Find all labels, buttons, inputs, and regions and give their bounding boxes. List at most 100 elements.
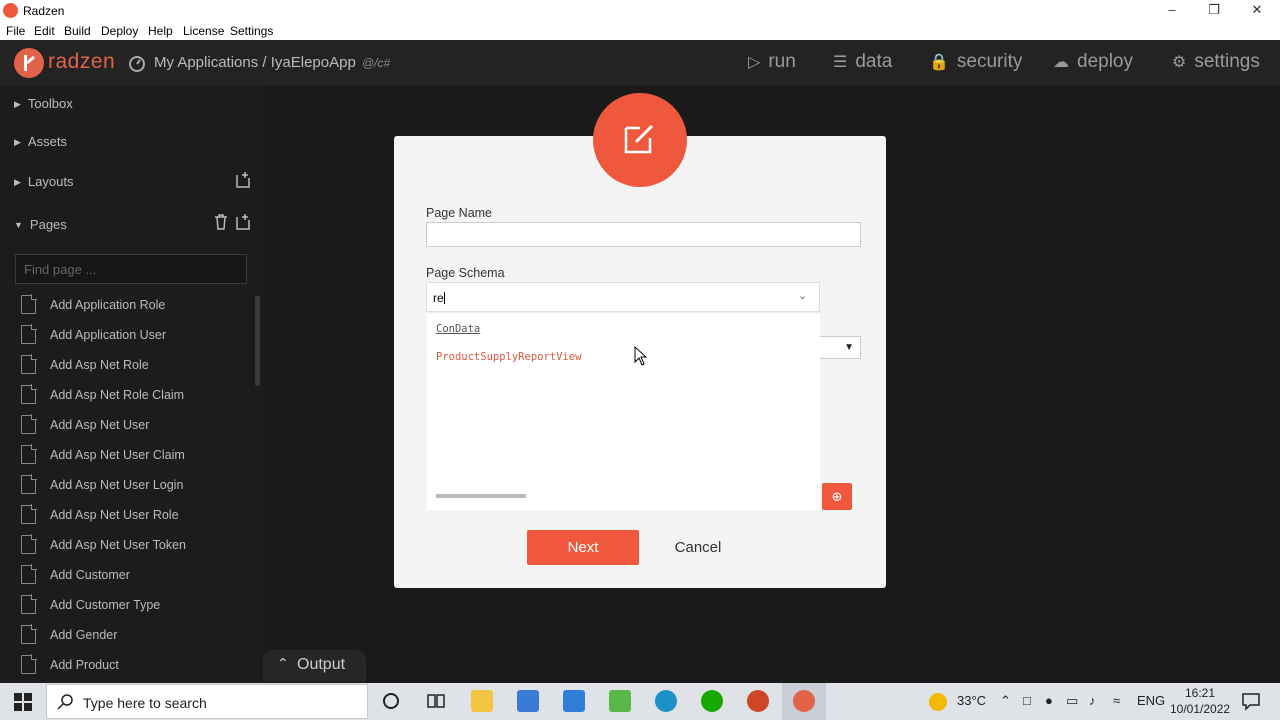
battery-icon[interactable]: ▭ xyxy=(1066,693,1078,709)
language-indicator[interactable]: ENG xyxy=(1137,693,1165,708)
menu-help[interactable]: Help xyxy=(148,24,173,38)
list-item[interactable]: Add Customer xyxy=(0,560,255,590)
list-item-label: Add Asp Net User Role xyxy=(50,508,179,522)
upwork-icon[interactable] xyxy=(701,690,723,712)
meet-icon[interactable]: □ xyxy=(1023,693,1031,708)
schema-option[interactable]: ProductSupplyReportView xyxy=(436,351,581,363)
system-clock[interactable]: 16:21 10/01/2022 xyxy=(1170,685,1230,717)
menu-deploy[interactable]: Deploy xyxy=(101,24,138,38)
list-item[interactable]: Add Asp Net User Login xyxy=(0,470,255,500)
page-icon xyxy=(21,624,37,644)
page-icon xyxy=(21,414,37,434)
page-schema-label: Page Schema xyxy=(426,266,505,280)
volume-icon[interactable]: ♪ xyxy=(1089,693,1096,708)
list-item[interactable]: Add Customer Type xyxy=(0,590,255,620)
nav-data[interactable]: ☰ data xyxy=(833,51,892,73)
page-icon xyxy=(21,594,37,614)
chevron-down-icon[interactable]: ⌄ xyxy=(798,289,812,303)
windows-start-icon[interactable] xyxy=(14,693,32,711)
menu-edit[interactable]: Edit xyxy=(34,24,55,38)
list-item-label: Add Asp Net Role xyxy=(50,358,149,372)
list-item[interactable]: Add Asp Net Role xyxy=(0,350,255,380)
schema-option[interactable]: ConData xyxy=(436,323,480,335)
nav-security[interactable]: 🔒 security xyxy=(929,51,1022,73)
breadcrumb[interactable]: My Applications / IyaElepoApp xyxy=(154,54,356,71)
wifi-icon[interactable]: ≈ xyxy=(1113,693,1120,708)
list-item-label: Add Asp Net User Token xyxy=(50,538,186,552)
nav-settings[interactable]: ⚙ settings xyxy=(1172,51,1260,73)
close-button[interactable]: ✕ xyxy=(1237,1,1277,21)
layers-icon: ☰ xyxy=(833,54,848,71)
page-icon xyxy=(21,294,37,314)
dashboard-icon[interactable] xyxy=(128,54,146,72)
list-item[interactable]: Add Product xyxy=(0,650,255,680)
cortana-icon[interactable] xyxy=(380,690,402,712)
add-button[interactable]: ⊕ xyxy=(822,483,852,510)
page-icon xyxy=(21,384,37,404)
lock-icon: 🔒 xyxy=(929,54,949,71)
task-view-icon[interactable] xyxy=(425,690,447,712)
list-item[interactable]: Add Asp Net User xyxy=(0,410,255,440)
list-item[interactable]: Add Application Role xyxy=(0,290,255,320)
output-tab[interactable]: ⌃ Output xyxy=(263,650,366,682)
trash-icon[interactable] xyxy=(212,213,230,231)
powerpoint-icon[interactable] xyxy=(747,690,769,712)
snip-tool-icon[interactable] xyxy=(609,690,631,712)
edge-browser-icon[interactable] xyxy=(655,690,677,712)
menu-settings[interactable]: Settings xyxy=(230,24,273,38)
restore-button[interactable]: ❐ xyxy=(1194,1,1234,21)
nav-deploy[interactable]: ☁ deploy xyxy=(1053,51,1133,73)
sidebar-layouts[interactable]: ▶ Layouts xyxy=(14,174,73,189)
framework-tag: @/c# xyxy=(362,56,391,70)
menu-build[interactable]: Build xyxy=(64,24,91,38)
sidebar: ▶ Toolbox ▶ Assets ▶ Layouts ▼ Pages Find pa… xyxy=(0,86,262,683)
notifications-icon[interactable] xyxy=(1240,690,1262,712)
page-icon xyxy=(21,654,37,674)
menu-bar: File Edit Build Deploy Help License Sett… xyxy=(0,22,1280,40)
list-item[interactable]: Add Asp Net User Role xyxy=(0,500,255,530)
obscured-select[interactable]: ▼ xyxy=(820,336,861,359)
nav-run[interactable]: ▷ run xyxy=(748,51,796,73)
add-page-icon[interactable] xyxy=(234,213,252,231)
page-icon xyxy=(21,564,37,584)
sidebar-toolbox[interactable]: ▶ Toolbox xyxy=(14,96,73,111)
list-item[interactable]: Add Application User xyxy=(0,320,255,350)
sidebar-scrollbar[interactable] xyxy=(255,296,260,386)
list-item-label: Add Application Role xyxy=(50,298,166,312)
list-item[interactable]: Add Asp Net User Token xyxy=(0,530,255,560)
menu-license[interactable]: License xyxy=(183,24,224,38)
text-caret xyxy=(443,292,445,304)
next-button[interactable]: Next xyxy=(527,530,639,565)
radzen-taskbar-button[interactable] xyxy=(782,683,826,720)
mouse-cursor-icon xyxy=(634,346,648,366)
sidebar-assets-label: Assets xyxy=(27,134,67,149)
cancel-button[interactable]: Cancel xyxy=(655,530,741,565)
minimize-button[interactable]: – xyxy=(1152,1,1192,21)
microphone-icon[interactable]: ● xyxy=(1045,693,1053,708)
sidebar-pages[interactable]: ▼ Pages xyxy=(14,217,67,232)
find-page-input[interactable]: Find page ... xyxy=(15,254,247,284)
page-schema-input[interactable]: re xyxy=(426,282,820,312)
list-item[interactable]: Add Asp Net User Claim xyxy=(0,440,255,470)
sidebar-pages-label: Pages xyxy=(29,217,67,232)
plus-circle-icon: ⊕ xyxy=(831,489,843,504)
list-item[interactable]: Add Gender xyxy=(0,620,255,650)
list-item-label: Add Asp Net Role Claim xyxy=(50,388,185,402)
taskbar: Type here to search 33°C ⌃ □ ● ▭ ♪ ≈ ENG… xyxy=(0,683,1280,720)
chevron-up-icon[interactable]: ⌃ xyxy=(1000,693,1011,709)
page-name-input[interactable] xyxy=(426,222,861,247)
sidebar-assets[interactable]: ▶ Assets xyxy=(14,134,67,149)
obscured-option xyxy=(436,494,526,498)
list-item[interactable]: Add Asp Net Role Claim xyxy=(0,380,255,410)
add-layout-icon[interactable] xyxy=(234,171,252,189)
logo-text[interactable]: radzen xyxy=(48,50,115,74)
taskbar-search-input[interactable]: Type here to search xyxy=(46,684,368,719)
menu-file[interactable]: File xyxy=(6,24,25,38)
store-icon[interactable] xyxy=(517,690,539,712)
weather-temp[interactable]: 33°C xyxy=(957,693,986,708)
page-name-label: Page Name xyxy=(426,206,493,220)
mail-icon[interactable] xyxy=(563,690,585,712)
radzen-logo-icon xyxy=(14,48,44,78)
weather-sun-icon[interactable] xyxy=(929,693,947,711)
file-explorer-icon[interactable] xyxy=(471,690,493,712)
